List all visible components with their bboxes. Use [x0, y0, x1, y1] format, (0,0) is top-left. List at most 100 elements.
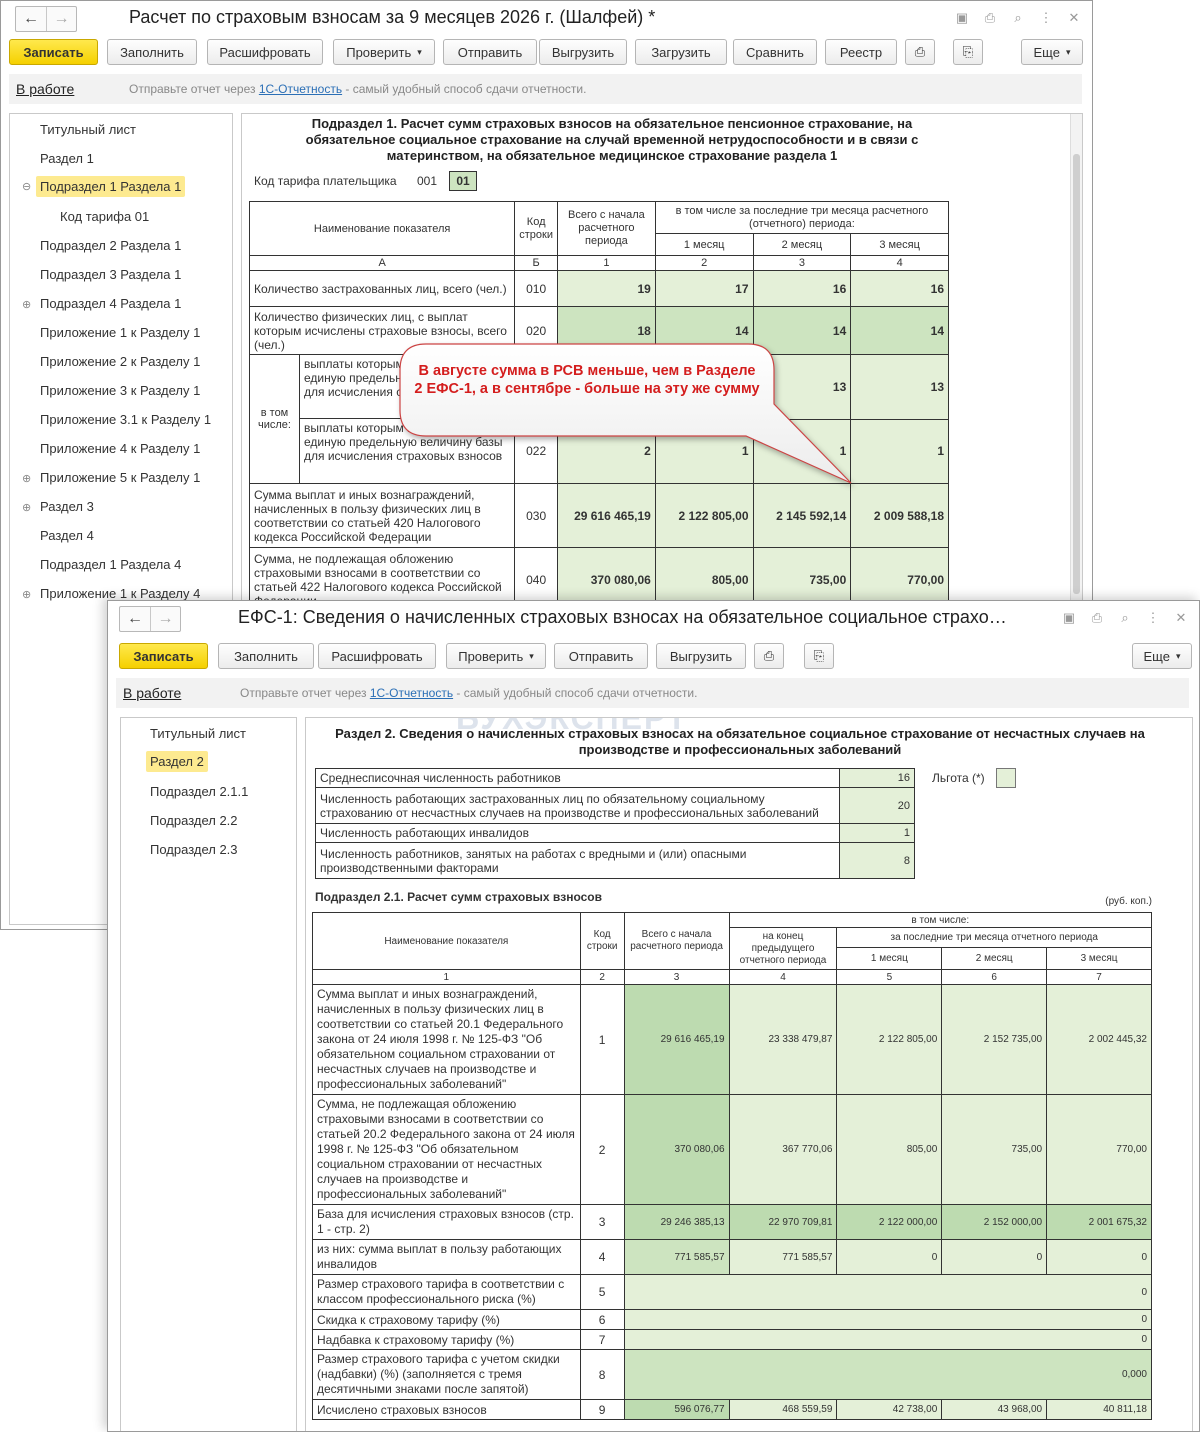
- nav-item[interactable]: Приложение 4 к Разделу 1: [40, 441, 200, 456]
- more-vertical-icon[interactable]: ⋮: [1036, 9, 1056, 27]
- write-button[interactable]: Записать: [9, 39, 98, 65]
- check-button[interactable]: Проверить ▾: [333, 39, 435, 65]
- value-cell[interactable]: 2 002 445,32: [1046, 984, 1152, 1095]
- scrollbar-thumb[interactable]: [1073, 154, 1080, 594]
- back-arrow-icon[interactable]: ←: [120, 607, 150, 631]
- value-cell[interactable]: 2 122 000,00: [836, 1204, 943, 1240]
- value-cell[interactable]: 19: [557, 270, 656, 307]
- nav-item[interactable]: Подраздел 2 Раздела 1: [40, 238, 181, 253]
- expand-icon[interactable]: ⊕: [22, 501, 31, 514]
- value-cell[interactable]: 2 152 735,00: [941, 984, 1048, 1095]
- value-cell[interactable]: 40 811,18: [1046, 1399, 1152, 1420]
- decode-button[interactable]: Расшифровать: [207, 39, 323, 65]
- more-button[interactable]: Еще ▾: [1132, 643, 1192, 669]
- value-cell[interactable]: 42 738,00: [836, 1399, 943, 1420]
- value-cell[interactable]: 8: [839, 842, 915, 879]
- value-cell[interactable]: 367 770,06: [728, 1094, 838, 1205]
- reporting-service-link[interactable]: 1С-Отчетность: [370, 686, 453, 700]
- registry-button[interactable]: Реестр: [825, 39, 897, 65]
- value-cell[interactable]: 770,00: [1046, 1094, 1152, 1205]
- attach-button[interactable]: ⎘: [953, 39, 983, 65]
- value-cell[interactable]: 16: [839, 768, 915, 788]
- send-button[interactable]: Отправить: [554, 643, 648, 669]
- value-cell[interactable]: 0: [1046, 1239, 1152, 1275]
- expand-icon[interactable]: ⊕: [22, 298, 31, 311]
- tariff-code-field[interactable]: 01: [449, 171, 477, 191]
- nav-item[interactable]: Приложение 1 к Разделу 1: [40, 325, 200, 340]
- value-cell[interactable]: 29 616 465,19: [623, 984, 730, 1095]
- write-button[interactable]: Записать: [119, 643, 208, 669]
- forward-arrow-icon[interactable]: →: [150, 607, 180, 631]
- nav-item[interactable]: Титульный лист: [150, 726, 246, 741]
- value-cell[interactable]: 2 152 000,00: [941, 1204, 1048, 1240]
- nav-item[interactable]: Приложение 1 к Разделу 4: [40, 586, 200, 601]
- preview-icon[interactable]: ⌕: [1115, 609, 1135, 627]
- value-cell[interactable]: 17: [654, 270, 754, 307]
- close-icon[interactable]: ✕: [1171, 609, 1191, 627]
- value-cell[interactable]: 0: [623, 1329, 1153, 1350]
- save-icon[interactable]: ▣: [952, 9, 972, 27]
- decode-button[interactable]: Расшифровать: [318, 643, 436, 669]
- expand-icon[interactable]: ⊕: [22, 472, 31, 485]
- value-cell[interactable]: 22 970 709,81: [728, 1204, 838, 1240]
- close-icon[interactable]: ✕: [1064, 9, 1084, 27]
- nav-item[interactable]: Титульный лист: [40, 122, 136, 137]
- fill-button[interactable]: Заполнить: [218, 643, 314, 669]
- print-button[interactable]: ⎙: [754, 643, 784, 669]
- benefit-checkbox[interactable]: [996, 768, 1016, 788]
- value-cell[interactable]: 370 080,06: [623, 1094, 730, 1205]
- nav-item[interactable]: Подраздел 2.1.1: [150, 784, 248, 799]
- expand-icon[interactable]: ⊕: [22, 588, 31, 601]
- nav-item[interactable]: Раздел 3: [40, 499, 94, 514]
- collapse-icon[interactable]: ⊖: [22, 180, 31, 193]
- nav-item-active[interactable]: Раздел 2: [146, 751, 208, 772]
- print-icon[interactable]: ⎙: [980, 9, 1000, 27]
- save-icon[interactable]: ▣: [1059, 609, 1079, 627]
- value-cell[interactable]: 0: [623, 1309, 1153, 1330]
- nav-item[interactable]: Подраздел 4 Раздела 1: [40, 296, 181, 311]
- nav-item[interactable]: Приложение 3 к Разделу 1: [40, 383, 200, 398]
- nav-item[interactable]: Код тарифа 01: [60, 209, 149, 224]
- value-cell[interactable]: 0: [836, 1239, 943, 1275]
- value-cell[interactable]: 23 338 479,87: [728, 984, 838, 1095]
- send-button[interactable]: Отправить: [443, 39, 537, 65]
- value-cell[interactable]: 0: [941, 1239, 1048, 1275]
- back-arrow-icon[interactable]: ←: [16, 7, 46, 31]
- nav-item-active[interactable]: Подраздел 1 Раздела 1: [36, 176, 186, 197]
- preview-icon[interactable]: ⌕: [1008, 9, 1028, 27]
- check-button[interactable]: Проверить ▾: [446, 643, 546, 669]
- value-cell[interactable]: 771 585,57: [728, 1239, 838, 1275]
- value-cell[interactable]: 0,000: [623, 1349, 1153, 1400]
- value-cell[interactable]: 468 559,59: [728, 1399, 838, 1420]
- print-button[interactable]: ⎙: [905, 39, 935, 65]
- more-vertical-icon[interactable]: ⋮: [1143, 609, 1163, 627]
- compare-button[interactable]: Сравнить: [733, 39, 817, 65]
- value-cell[interactable]: 2 122 805,00: [836, 984, 943, 1095]
- nav-item[interactable]: Приложение 5 к Разделу 1: [40, 470, 200, 485]
- nav-item[interactable]: Раздел 4: [40, 528, 94, 543]
- value-cell[interactable]: 805,00: [836, 1094, 943, 1205]
- nav-item[interactable]: Подраздел 1 Раздела 4: [40, 557, 181, 572]
- value-cell[interactable]: 735,00: [941, 1094, 1048, 1205]
- nav-item[interactable]: Подраздел 3 Раздела 1: [40, 267, 181, 282]
- nav-item[interactable]: Раздел 1: [40, 151, 94, 166]
- more-button[interactable]: Еще ▾: [1021, 39, 1083, 65]
- value-cell[interactable]: 20: [839, 787, 915, 824]
- value-cell[interactable]: 16: [752, 270, 852, 307]
- value-cell[interactable]: 29 246 385,13: [623, 1204, 730, 1240]
- value-cell[interactable]: 771 585,57: [623, 1239, 730, 1275]
- upload-button[interactable]: Выгрузить: [656, 643, 746, 669]
- value-cell[interactable]: 1: [839, 823, 915, 843]
- print-icon[interactable]: ⎙: [1087, 609, 1107, 627]
- status-in-work-link[interactable]: В работе: [123, 685, 181, 701]
- nav-item[interactable]: Приложение 3.1 к Разделу 1: [40, 412, 211, 427]
- value-cell[interactable]: 0: [623, 1274, 1153, 1310]
- upload-button[interactable]: Выгрузить: [539, 39, 627, 65]
- load-button[interactable]: Загрузить: [635, 39, 727, 65]
- fill-button[interactable]: Заполнить: [107, 39, 197, 65]
- value-cell[interactable]: 2 001 675,32: [1046, 1204, 1152, 1240]
- nav-item[interactable]: Подраздел 2.3: [150, 842, 238, 857]
- nav-item[interactable]: Подраздел 2.2: [150, 813, 238, 828]
- reporting-service-link[interactable]: 1С-Отчетность: [259, 82, 342, 96]
- status-in-work-link[interactable]: В работе: [16, 81, 74, 97]
